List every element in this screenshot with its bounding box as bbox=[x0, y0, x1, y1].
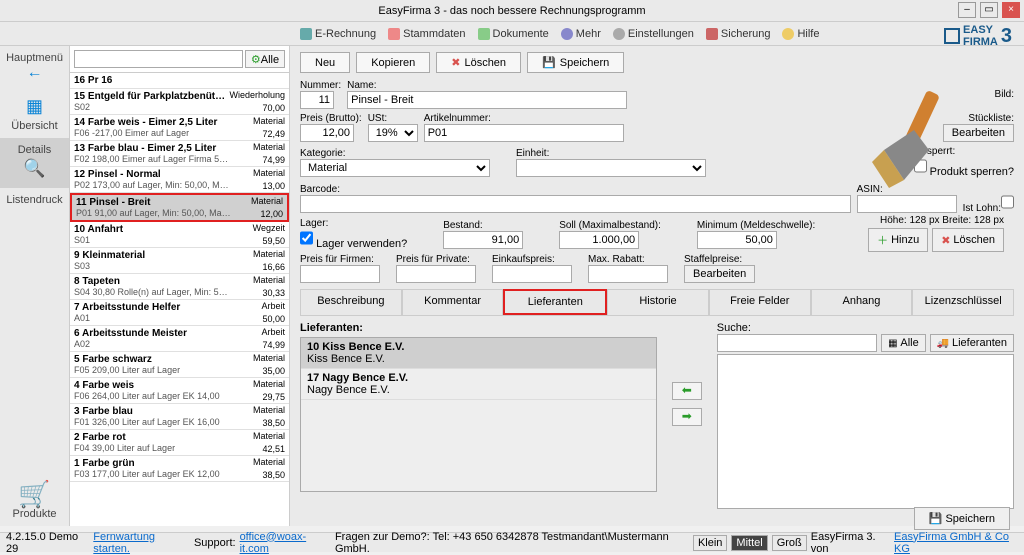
supplier-row[interactable]: 17 Nagy Bence E.V.Nagy Bence E.V. bbox=[301, 369, 656, 400]
private-input[interactable] bbox=[396, 265, 476, 283]
list-alle-button[interactable]: ⚙Alle bbox=[245, 50, 285, 68]
list-item[interactable]: 2 Farbe rotF04 39,00 Liter auf LagerMate… bbox=[70, 430, 289, 456]
tab-beschreibung[interactable]: Beschreibung bbox=[300, 289, 402, 315]
nummer-input[interactable] bbox=[300, 91, 334, 109]
left-nav: Hauptmenü← ▦Übersicht Details🔍 Listendru… bbox=[0, 46, 70, 526]
nav-produkte[interactable]: 🛒Produkte bbox=[0, 476, 69, 526]
support-mail-link[interactable]: office@woax-it.com bbox=[240, 531, 331, 555]
move-left-button[interactable]: ⬅ bbox=[672, 382, 702, 400]
fernwartung-link[interactable]: Fernwartung starten. bbox=[93, 531, 190, 555]
list-item[interactable]: 11 Pinsel - BreitP01 91,00 auf Lager, Mi… bbox=[70, 193, 289, 222]
titlebar: EasyFirma 3 - das noch bessere Rechnungs… bbox=[0, 0, 1024, 22]
list-item[interactable]: 6 Arbeitsstunde MeisterA02Arbeit74,99 bbox=[70, 326, 289, 352]
tab-historie[interactable]: Historie bbox=[607, 289, 709, 315]
neu-button[interactable]: Neu bbox=[300, 52, 350, 73]
ust-select[interactable]: 19% bbox=[368, 124, 418, 142]
supplier-row[interactable]: 10 Kiss Bence E.V.Kiss Bence E.V. bbox=[301, 338, 656, 369]
list-item[interactable]: 5 Farbe schwarzF05 209,00 Liter auf Lage… bbox=[70, 352, 289, 378]
image-dimensions: Höhe: 128 px Breite: 128 px bbox=[880, 215, 1004, 226]
lager-check[interactable] bbox=[300, 229, 313, 247]
tabs: Beschreibung Kommentar Lieferanten Histo… bbox=[300, 289, 1014, 316]
supplier-search-input[interactable] bbox=[717, 334, 877, 352]
einheit-select[interactable] bbox=[516, 159, 706, 177]
tab-anhang[interactable]: Anhang bbox=[811, 289, 913, 315]
rabatt-input[interactable] bbox=[588, 265, 668, 283]
list-item[interactable]: 7 Arbeitsstunde HelferA01Arbeit50,00 bbox=[70, 300, 289, 326]
nav-details[interactable]: Details🔍 bbox=[0, 138, 69, 188]
supplier-list: 10 Kiss Bence E.V.Kiss Bence E.V. 17 Nag… bbox=[300, 337, 657, 492]
logo: EASYFIRMA 3 bbox=[944, 24, 1012, 48]
kategorie-select[interactable]: Material bbox=[300, 159, 490, 177]
menu-mehr[interactable]: Mehr bbox=[561, 28, 601, 40]
preis-input[interactable] bbox=[300, 124, 354, 142]
speichern-footer-button[interactable]: 💾 Speichern bbox=[914, 507, 1010, 530]
loeschen-button[interactable]: ✖Löschen bbox=[436, 52, 521, 73]
menu-dokumente[interactable]: Dokumente bbox=[478, 28, 549, 40]
maximize-button[interactable]: ▭ bbox=[980, 2, 998, 18]
zoom-klein[interactable]: Klein bbox=[693, 535, 727, 551]
list-item[interactable]: 3 Farbe blauF01 326,00 Liter auf Lager E… bbox=[70, 404, 289, 430]
speichern-button[interactable]: 💾Speichern bbox=[527, 52, 624, 73]
list-item[interactable]: 15 Entgeld für Parkplatzbenützung (pro M… bbox=[70, 89, 289, 115]
image-add-button[interactable]: ＋Hinzu bbox=[868, 228, 928, 252]
list-item[interactable]: 8 TapetenS04 30,80 Rolle(n) auf Lager, M… bbox=[70, 274, 289, 300]
supplier-alle-button[interactable]: ▦ Alle bbox=[881, 334, 926, 352]
barcode-input[interactable] bbox=[300, 195, 851, 213]
lieferanten-label: Lieferanten: bbox=[300, 322, 657, 334]
bestand-input[interactable] bbox=[443, 231, 523, 249]
menu-sicherung[interactable]: Sicherung bbox=[706, 28, 771, 40]
zoom-gross[interactable]: Groß bbox=[772, 535, 807, 551]
supplier-lieferanten-button[interactable]: 🚚 Lieferanten bbox=[930, 334, 1014, 352]
list-item[interactable]: 13 Farbe blau - Eimer 2,5 LiterF02 198,0… bbox=[70, 141, 289, 167]
ek-input[interactable] bbox=[492, 265, 572, 283]
nav-uebersicht[interactable]: ▦Übersicht bbox=[0, 88, 69, 138]
tab-lieferanten[interactable]: Lieferanten bbox=[503, 289, 607, 315]
soll-input[interactable] bbox=[559, 231, 639, 249]
app-title: EasyFirma 3 - das noch bessere Rechnungs… bbox=[378, 5, 645, 17]
product-image bbox=[844, 80, 964, 200]
kopieren-button[interactable]: Kopieren bbox=[356, 52, 430, 73]
company-link[interactable]: EasyFirma GmbH & Co KG bbox=[894, 531, 1018, 555]
list-item[interactable]: 4 Farbe weisF06 264,00 Liter auf Lager E… bbox=[70, 378, 289, 404]
menu-stammdaten[interactable]: Stammdaten bbox=[388, 28, 465, 40]
minimize-button[interactable]: – bbox=[958, 2, 976, 18]
menubar: E-Rechnung Stammdaten Dokumente Mehr Ein… bbox=[0, 22, 1024, 46]
menu-erechnung[interactable]: E-Rechnung bbox=[300, 28, 376, 40]
istlohn-check[interactable] bbox=[1001, 193, 1014, 211]
close-button[interactable]: × bbox=[1002, 2, 1020, 18]
list-item[interactable]: 9 KleinmaterialS03Material16,66 bbox=[70, 248, 289, 274]
zoom-mittel[interactable]: Mittel bbox=[731, 535, 767, 551]
menu-einstellungen[interactable]: Einstellungen bbox=[613, 28, 694, 40]
tab-kommentar[interactable]: Kommentar bbox=[402, 289, 504, 315]
supplier-search-results bbox=[717, 354, 1014, 509]
move-right-button[interactable]: ➡ bbox=[672, 408, 702, 426]
list-item[interactable]: 1 Farbe grünF03 177,00 Liter auf Lager E… bbox=[70, 456, 289, 482]
tab-freiefelder[interactable]: Freie Felder bbox=[709, 289, 811, 315]
staffel-button[interactable]: Bearbeiten bbox=[684, 265, 755, 283]
list-item[interactable]: 14 Farbe weis - Eimer 2,5 LiterF06 -217,… bbox=[70, 115, 289, 141]
menu-hilfe[interactable]: Hilfe bbox=[782, 28, 819, 40]
nav-listendruck[interactable]: Listendruck bbox=[0, 188, 69, 212]
list-search-input[interactable] bbox=[74, 50, 243, 68]
nav-hauptmenu[interactable]: Hauptmenü← bbox=[0, 46, 69, 88]
status-bar: 4.2.15.0 Demo 29 Fernwartung starten. Su… bbox=[0, 532, 1024, 552]
list-item[interactable]: 10 AnfahrtS01Wegzeit59,50 bbox=[70, 222, 289, 248]
name-input[interactable] bbox=[347, 91, 627, 109]
firmen-input[interactable] bbox=[300, 265, 380, 283]
tab-lizenz[interactable]: Lizenzschlüssel bbox=[912, 289, 1014, 315]
min-input[interactable] bbox=[697, 231, 777, 249]
artnr-input[interactable] bbox=[424, 124, 624, 142]
item-list: ⚙Alle 16 Pr 1615 Entgeld für Parkplatzbe… bbox=[70, 46, 290, 526]
list-item[interactable]: 16 Pr 16 bbox=[70, 73, 289, 89]
list-item[interactable]: 12 Pinsel - NormalP02 173,00 auf Lager, … bbox=[70, 167, 289, 193]
image-delete-button[interactable]: ✖Löschen bbox=[932, 228, 1004, 252]
